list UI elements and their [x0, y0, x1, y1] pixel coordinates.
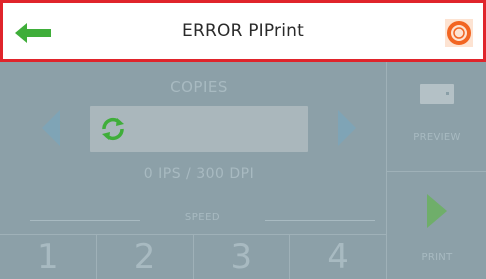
decrement-arrow-icon[interactable] [42, 110, 60, 146]
lifebuoy-icon[interactable] [445, 19, 473, 47]
speed-button-4[interactable]: 4 [290, 235, 386, 279]
header-bar: ERROR PIPrint [0, 0, 486, 62]
play-icon [427, 194, 447, 228]
print-panel: COPIES 0 IPS / 300 DPI SPEED 1 2 3 4 PRE… [0, 62, 486, 279]
back-arrow-icon[interactable] [15, 23, 51, 43]
preview-button[interactable]: PREVIEW [387, 62, 486, 172]
resolution-info: 0 IPS / 300 DPI [143, 166, 255, 182]
print-label: PRINT [421, 252, 453, 263]
page-title: ERROR PIPrint [182, 21, 304, 41]
copies-field[interactable] [90, 106, 308, 152]
preview-label: PREVIEW [413, 132, 461, 143]
speed-divider: SPEED [30, 212, 375, 226]
speed-button-2[interactable]: 2 [97, 235, 194, 279]
increment-arrow-icon[interactable] [338, 110, 356, 146]
speed-button-1[interactable]: 1 [0, 235, 97, 279]
label-preview-icon [420, 84, 454, 104]
print-button[interactable]: PRINT [387, 172, 486, 279]
speed-selector: 1 2 3 4 [0, 234, 386, 279]
loading-spinner-icon [102, 117, 124, 141]
speed-label: SPEED [184, 212, 221, 223]
copies-label: COPIES [170, 78, 228, 96]
divider-line [30, 220, 140, 221]
action-sidebar: PREVIEW PRINT [386, 62, 486, 279]
speed-button-3[interactable]: 3 [194, 235, 291, 279]
divider-line [265, 220, 375, 221]
